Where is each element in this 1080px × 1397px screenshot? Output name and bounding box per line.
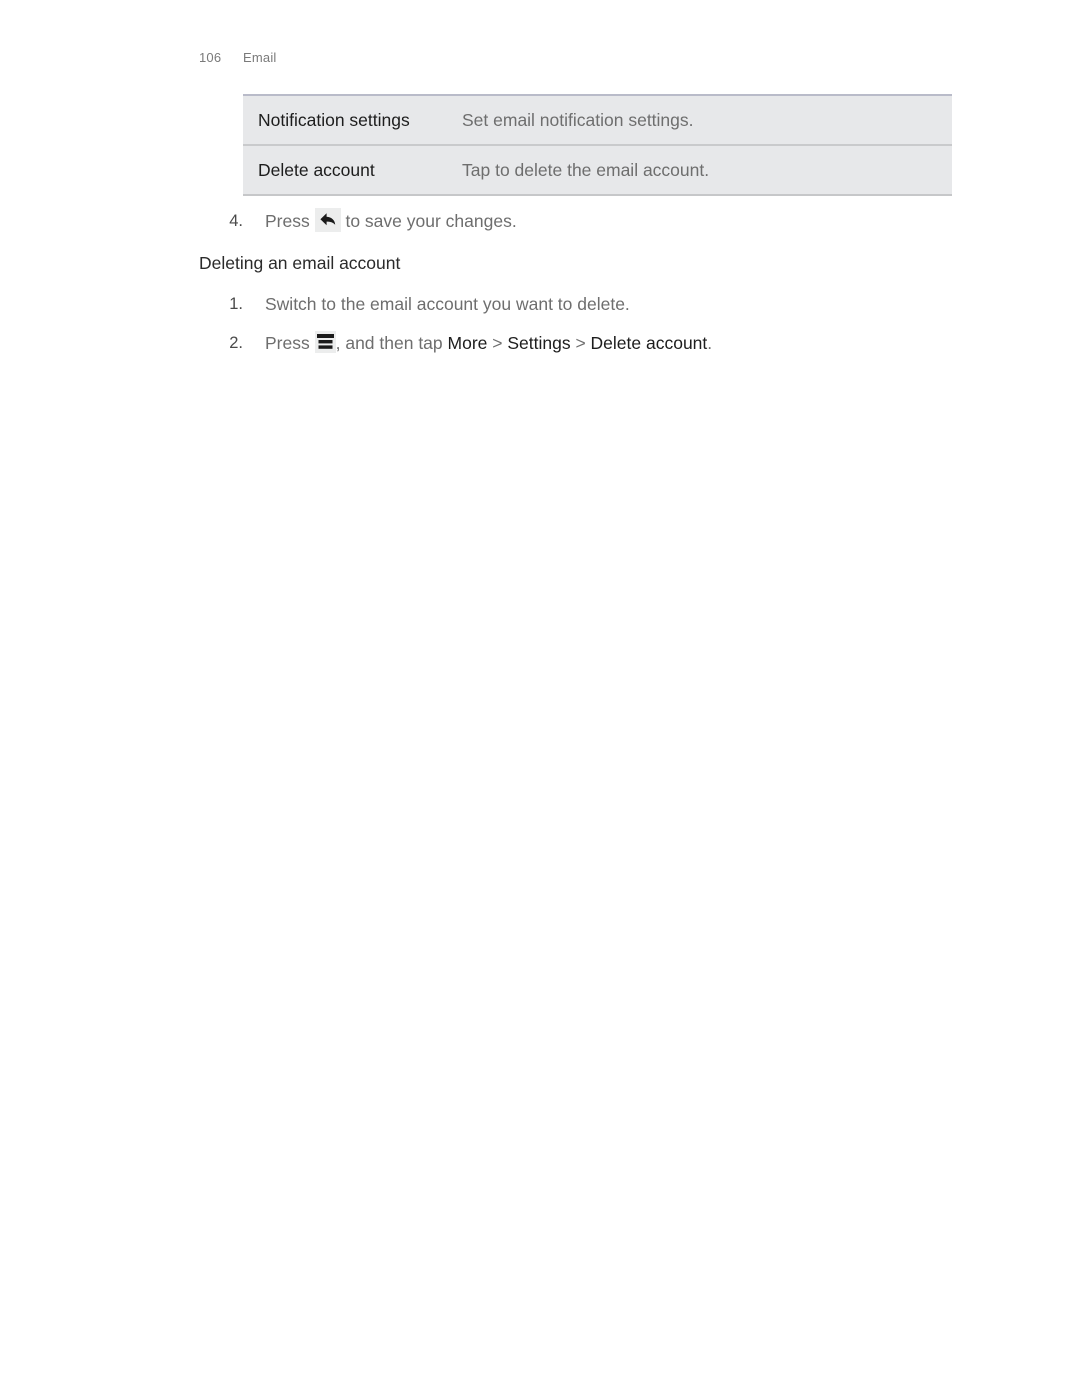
step-number: 1. — [229, 295, 243, 313]
step-text-before: Press — [265, 211, 315, 231]
page-header: 106 Email — [199, 50, 277, 65]
menu-path-settings: Settings — [507, 333, 571, 353]
table-row: Notification settings Set email notifica… — [243, 95, 952, 145]
setting-description: Set email notification settings. — [462, 110, 694, 130]
settings-table: Notification settings Set email notifica… — [243, 94, 952, 196]
back-arrow-icon — [314, 208, 341, 232]
section-heading: Deleting an email account — [199, 253, 401, 273]
step-text-middle: , and then tap — [335, 333, 448, 353]
setting-name: Notification settings — [258, 110, 410, 130]
menu-icon — [314, 331, 336, 353]
step-text: Switch to the email account you want to … — [265, 294, 630, 314]
list-item: 1. Switch to the email account you want t… — [213, 289, 712, 319]
page-number: 106 — [199, 50, 222, 65]
menu-path-more: More — [447, 333, 488, 353]
setting-name: Delete account — [243, 144, 462, 195]
step-number: 2. — [229, 334, 243, 352]
setting-description: Tap to delete the email account. — [462, 144, 952, 195]
step-text-after: to save your changes. — [340, 211, 517, 231]
step-number: 4. — [229, 212, 243, 230]
header-section-title: Email — [243, 50, 277, 65]
menu-path-delete-account: Delete account — [590, 333, 708, 353]
path-separator: > — [487, 333, 508, 353]
list-item: 2. Press , and then tap More > Settings >… — [213, 328, 712, 358]
step-text-before: Press — [265, 333, 315, 353]
procedure-step-list-continued: 4. Press to save your changes. — [213, 206, 517, 236]
delete-account-step-list: 1. Switch to the email account you want t… — [213, 289, 712, 358]
table-row: Delete account Tap to delete the email a… — [243, 144, 952, 195]
list-item: 4. Press to save your changes. — [213, 206, 517, 236]
step-text-after: . — [707, 333, 713, 353]
path-separator: > — [570, 333, 591, 353]
